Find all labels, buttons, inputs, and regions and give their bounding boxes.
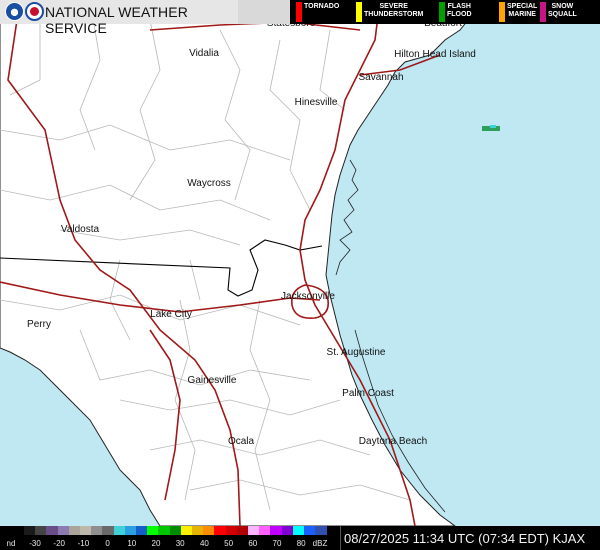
dbz-swatch [315,526,327,535]
scale-tick: 20 [151,539,161,548]
timestamp: 08/27/2025 11:34 UTC (07:34 EDT) KJAX [344,531,586,546]
legend-label: SPECIAL MARINE [507,3,538,18]
city-daytona-beach: Daytona Beach [358,436,428,447]
dbz-swatch [68,526,81,535]
city-waycross: Waycross [187,178,231,189]
dbz-swatch [147,526,159,535]
dbz-swatch [248,526,260,535]
precip-echo-small [490,125,496,128]
radar-map: Statesboro Beaufort Vidalia Hilton Head … [0,0,600,550]
dbz-swatch [292,526,305,535]
legend-swatch [439,2,445,22]
dbz-swatch [136,526,148,535]
city-hilton-head: Hilton Head Island [394,49,476,60]
scale-tick: 70 [272,539,282,548]
city-perry: Perry [27,319,51,330]
dbz-swatch [259,526,271,535]
dbz-swatch [24,526,36,535]
legend-label: TORNADO [304,3,340,10]
header-bar: NATIONAL WEATHER SERVICE TORNADO SEVERE T… [0,0,600,36]
dbz-swatch [203,526,215,535]
scale-tick: 60 [248,539,258,548]
scale-tick: -30 [29,539,41,548]
dbz-swatch [57,526,70,535]
legend-swatch [296,2,302,22]
city-lake-city: Lake City [150,309,192,320]
dbz-swatch [236,526,249,535]
scale-tick: 10 [127,539,137,548]
dbz-swatch [80,526,92,535]
scale-unit-dbz: dBZ [312,539,328,548]
scale-tick: 0 [105,539,110,548]
dbz-swatch [180,526,193,535]
noaa-logo-icon [5,2,24,21]
warning-legend: TORNADO SEVERE THUNDERSTORM FLASH FLOOD SPE… [290,0,600,24]
scale-tick: 50 [224,539,234,548]
header-title-box: NATIONAL WEATHER SERVICE [0,0,238,36]
legend-swatch [540,2,546,22]
dbz-swatch [35,526,47,535]
scale-tick: 40 [199,539,209,548]
scale-tick: -10 [77,539,90,548]
city-gainesville: Gainesville [187,375,237,386]
legend-label: SEVERE THUNDERSTORM [364,3,424,18]
legend-label: FLASH FLOOD [447,3,472,18]
dbz-swatch [281,526,294,535]
legend-label: SNOW SQUALL [548,3,577,18]
city-st-augustine: St. Augustine [326,347,386,358]
scale-tick: -20 [53,539,65,548]
dbz-swatch [169,526,182,535]
dbz-swatch [0,526,24,535]
nws-logo-icon [25,2,44,21]
legend-swatch [499,2,505,22]
dbz-color-scale: nd -30 -20 -10 0 10 20 30 40 50 60 70 80 dBZ [0,526,340,550]
dbz-swatch [304,526,316,535]
scale-tick: 30 [175,539,185,548]
dbz-swatch [91,526,103,535]
city-valdosta: Valdosta [60,224,100,235]
dbz-swatch [124,526,137,535]
dbz-swatch [102,526,115,535]
dbz-swatch [192,526,204,535]
dbz-swatch [158,526,171,535]
city-palm-coast: Palm Coast [342,388,394,399]
dbz-swatch [46,526,59,535]
scale-tick: 80 [296,539,306,548]
city-vidalia: Vidalia [189,48,219,59]
scale-unit-nd: nd [6,539,16,548]
city-ocala: Ocala [227,436,255,447]
dbz-swatch [225,526,238,535]
legend-swatch [356,2,362,22]
city-hinesville: Hinesville [294,97,338,108]
page-title: NATIONAL WEATHER SERVICE [45,4,188,36]
city-jacksonville: Jacksonville [281,291,335,302]
dbz-swatch [113,526,126,535]
city-savannah: Savannah [358,72,404,83]
divider [340,526,341,550]
dbz-swatch [270,526,283,535]
map-canvas[interactable] [0,0,600,550]
dbz-swatch [214,526,227,535]
